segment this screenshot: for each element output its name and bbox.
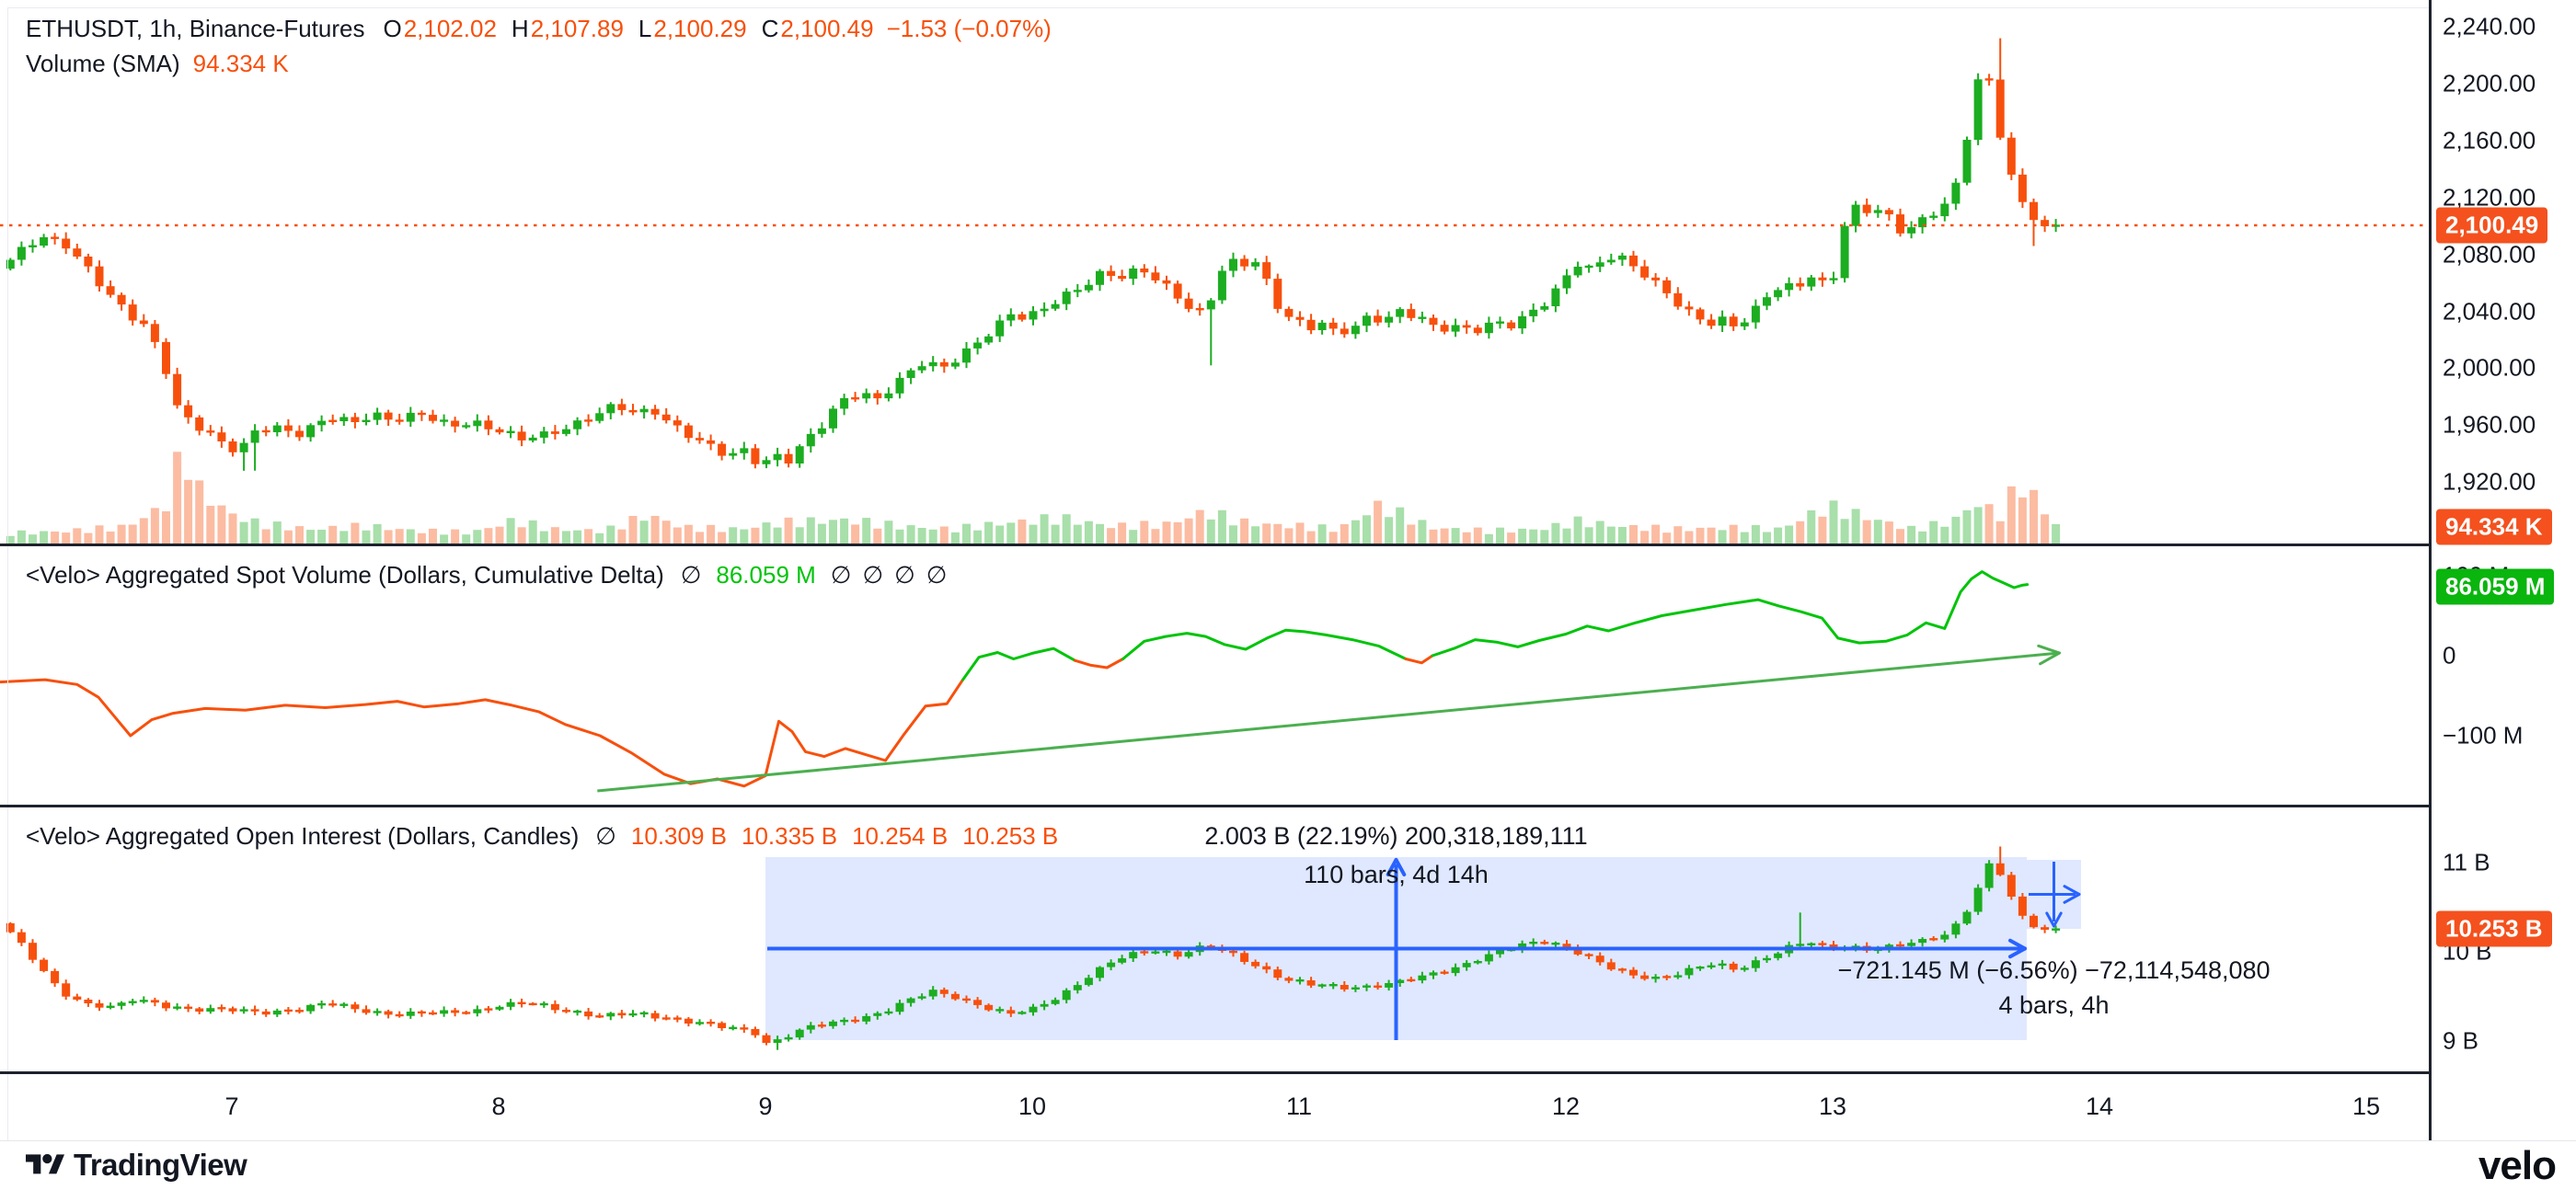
- legend-part: ∅: [926, 561, 948, 589]
- panel-separator-2[interactable]: [0, 805, 2576, 807]
- time-scale[interactable]: 7 8 9 10 11 12 13 14 15: [0, 1076, 2429, 1140]
- legend-part: 10.254 B: [852, 822, 948, 850]
- price-value-badge: 10.253 B: [2436, 911, 2552, 947]
- price-value-badge: 94.334 K: [2436, 509, 2552, 545]
- legend-part: ∅: [681, 561, 702, 589]
- tradingview-wordmark: TradingView: [74, 1148, 247, 1183]
- price-tick-label: 2,080.00: [2443, 240, 2536, 269]
- tradingview-logo[interactable]: TradingView: [26, 1148, 247, 1183]
- time-tick-label: 13: [1819, 1093, 1846, 1121]
- legend-part: <Velo> Aggregated Open Interest (Dollars…: [26, 822, 579, 850]
- time-tick-label: 7: [224, 1093, 238, 1121]
- legend-part: ETHUSDT, 1h, Binance-Futures: [26, 15, 364, 42]
- plot-frame-left: [7, 7, 8, 1140]
- price-tick-label: 1,920.00: [2443, 468, 2536, 497]
- trend-arrow[interactable]: [597, 646, 2059, 791]
- panel-separator-3: [0, 1071, 2576, 1074]
- measure-label-bars: 110 bars, 4d 14h: [1304, 861, 1489, 888]
- footer-bar: TradingView velo: [0, 1141, 2576, 1190]
- legend-spot-volume-cvd[interactable]: <Velo> Aggregated Spot Volume (Dollars, …: [26, 561, 947, 589]
- legend-part: H: [512, 15, 529, 42]
- price-tick-label: −100 M: [2443, 722, 2523, 750]
- legend-part: ∅: [862, 561, 883, 589]
- time-tick-label: 9: [758, 1093, 772, 1121]
- time-tick-label: 15: [2352, 1093, 2380, 1121]
- price-candles: [6, 39, 2060, 471]
- time-tick-label: 14: [2086, 1093, 2113, 1121]
- legend-part: 2,100.49: [780, 15, 873, 42]
- cvd-value-badge: 86.059 M: [2436, 569, 2554, 605]
- price-tick-label: 2,160.00: [2443, 126, 2536, 154]
- legend-part: 94.334 K: [193, 50, 289, 77]
- plot-frame-top: [7, 7, 2429, 8]
- volume-bars: [6, 452, 2060, 544]
- time-tick-label: 8: [491, 1093, 505, 1121]
- price-scale[interactable]: 2,240.002,200.002,160.002,120.002,080.00…: [2432, 0, 2576, 1140]
- legend-part: 2,102.02: [404, 15, 497, 42]
- price-tick-label: 11 B: [2443, 849, 2490, 877]
- legend-part: 2,100.29: [653, 15, 746, 42]
- legend-part: 2,107.89: [531, 15, 624, 42]
- price-tick-label: 2,200.00: [2443, 70, 2536, 98]
- measure-label-value: 2.003 B (22.19%) 200,318,189,111: [1204, 822, 1587, 850]
- legend-part: 10.309 B: [631, 822, 727, 850]
- legend-part: 10.335 B: [742, 822, 837, 850]
- legend-part: C: [762, 15, 779, 42]
- price-tick-label: 1,960.00: [2443, 411, 2536, 440]
- legend-volume[interactable]: Volume (SMA) 94.334 K: [26, 50, 289, 77]
- legend-part: −1.53 (−0.07%): [887, 15, 1052, 42]
- price-tick-label: 2,000.00: [2443, 354, 2536, 383]
- tradingview-icon: [26, 1150, 64, 1181]
- price-tick-label: 2,240.00: [2443, 13, 2536, 41]
- time-tick-label: 10: [1018, 1093, 1046, 1121]
- legend-part: <Velo> Aggregated Spot Volume (Dollars, …: [26, 561, 664, 589]
- trading-chart-window: 2.003 B (22.19%) 200,318,189,111 110 bars…: [0, 0, 2576, 1190]
- legend-part: 86.059 M: [716, 561, 815, 589]
- price-tick-label: 2,040.00: [2443, 297, 2536, 326]
- legend-part: ∅: [894, 561, 915, 589]
- price-tick-label: 0: [2443, 642, 2455, 670]
- legend-symbol-ohlc[interactable]: ETHUSDT, 1h, Binance-FuturesO2,102.02H2,…: [26, 15, 1052, 42]
- legend-part: ∅: [831, 561, 852, 589]
- legend-part: 10.253 B: [962, 822, 1058, 850]
- cvd-line[interactable]: [0, 572, 2028, 786]
- price-tick-label: 9 B: [2443, 1027, 2478, 1056]
- measure-label-bars: 4 bars, 4h: [1998, 991, 2109, 1019]
- legend-part: L: [638, 15, 651, 42]
- panel-separator-1[interactable]: [0, 544, 2576, 546]
- legend-part: ∅: [595, 822, 616, 850]
- legend-part: O: [383, 15, 401, 42]
- time-tick-label: 12: [1552, 1093, 1580, 1121]
- price-value-badge: 2,100.49: [2436, 208, 2547, 244]
- measure-label-value: −721.145 M (−6.56%) −72,114,548,080: [1837, 956, 2270, 984]
- legend-part: Volume (SMA): [26, 50, 180, 77]
- time-tick-label: 11: [1286, 1093, 1312, 1121]
- velo-logo: velo: [2478, 1143, 2556, 1189]
- legend-open-interest[interactable]: <Velo> Aggregated Open Interest (Dollars…: [26, 822, 1058, 850]
